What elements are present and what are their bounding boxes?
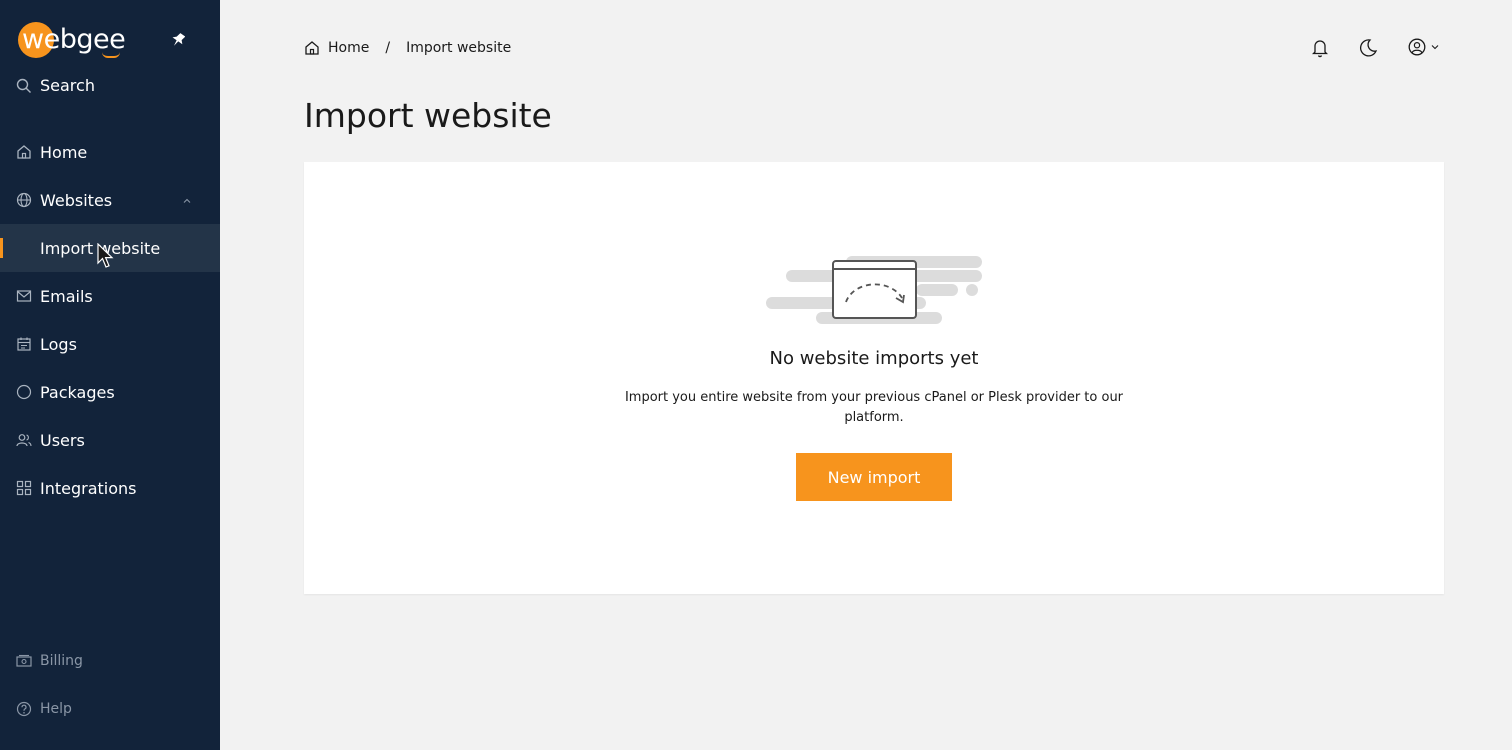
pin-icon[interactable]	[171, 32, 185, 48]
page-title: Import website	[304, 96, 552, 135]
breadcrumb: Home / Import website	[304, 38, 511, 58]
sidebar-item-logs[interactable]: Logs	[0, 320, 220, 368]
sidebar-item-label: Integrations	[40, 478, 137, 498]
bell-icon[interactable]	[1312, 38, 1328, 58]
users-icon	[16, 432, 32, 448]
sidebar: webgee Search Home Websites Import websi…	[0, 0, 220, 750]
sidebar-item-label: Packages	[40, 382, 115, 402]
new-import-button[interactable]: New import	[796, 453, 952, 501]
empty-state-title: No website imports yet	[769, 348, 979, 369]
webgee-logo[interactable]: webgee	[18, 22, 126, 58]
mouse-cursor-icon	[97, 243, 114, 268]
grid-icon	[16, 480, 32, 496]
calendar-icon	[16, 336, 32, 352]
sidebar-item-label: Billing	[40, 653, 83, 669]
circle-icon	[16, 384, 32, 400]
sidebar-item-users[interactable]: Users	[0, 416, 220, 464]
home-icon	[16, 144, 32, 160]
account-menu-button[interactable]	[1408, 38, 1439, 56]
mail-icon	[16, 288, 32, 304]
sidebar-item-billing[interactable]: Billing	[16, 653, 83, 669]
import-illustration-icon	[766, 256, 982, 324]
sidebar-item-label: Users	[40, 430, 85, 450]
billing-icon	[16, 654, 32, 667]
breadcrumb-home-label: Home	[328, 40, 370, 56]
user-avatar-icon	[1408, 38, 1426, 56]
empty-state-card: No website imports yet Import you entire…	[304, 162, 1444, 594]
breadcrumb-home-link[interactable]: Home	[304, 40, 369, 56]
home-icon	[305, 41, 319, 55]
sidebar-item-packages[interactable]: Packages	[0, 368, 220, 416]
sidebar-item-home[interactable]: Home	[0, 128, 220, 176]
sidebar-item-label: Logs	[40, 334, 77, 354]
sidebar-item-integrations[interactable]: Integrations	[0, 464, 220, 512]
help-icon	[16, 701, 32, 717]
breadcrumb-current: Import website	[406, 40, 512, 56]
header-actions	[1310, 38, 1444, 58]
sidebar-item-label: Help	[40, 701, 72, 717]
empty-state-description: Import you entire website from your prev…	[624, 390, 1124, 425]
chevron-up-icon[interactable]	[183, 197, 191, 205]
breadcrumb-separator: /	[385, 40, 391, 56]
globe-icon	[16, 192, 32, 208]
sidebar-item-websites[interactable]: Websites	[0, 176, 220, 224]
search-icon	[16, 78, 31, 93]
sidebar-item-emails[interactable]: Emails	[0, 272, 220, 320]
chevron-down-icon	[1431, 45, 1439, 50]
sidebar-item-label: Emails	[40, 286, 93, 306]
sidebar-item-label: Home	[40, 142, 88, 162]
search-button[interactable]: Search	[16, 76, 95, 95]
sidebar-item-label: Websites	[40, 190, 113, 210]
dark-mode-icon[interactable]	[1358, 38, 1378, 58]
sidebar-item-help[interactable]: Help	[16, 701, 72, 717]
search-label: Search	[40, 76, 95, 95]
